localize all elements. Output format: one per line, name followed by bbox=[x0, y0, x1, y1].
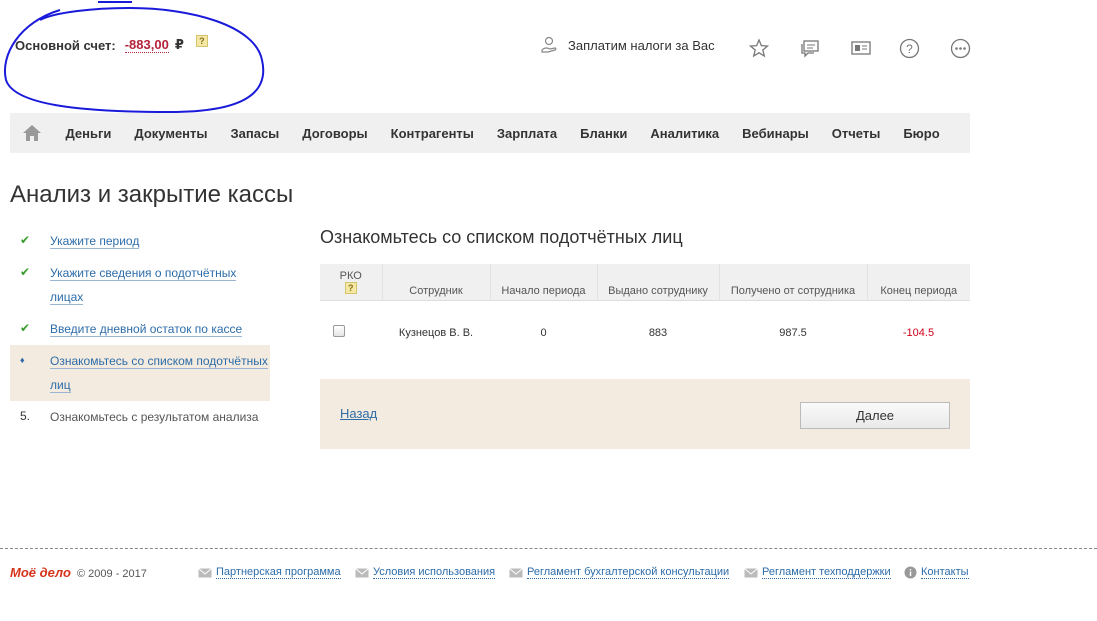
table-row: Кузнецов В. В. 0 883 987.5 -104.5 bbox=[320, 300, 970, 365]
currency-sign: ₽ bbox=[174, 37, 184, 52]
action-bar: Назад Далее bbox=[320, 379, 970, 449]
current-step-icon: ♦ bbox=[20, 355, 25, 365]
help-icon[interactable]: ? bbox=[344, 281, 357, 294]
hand-coin-icon bbox=[541, 36, 557, 53]
header-tools: Заплатим налоги за Вас bbox=[540, 36, 715, 54]
envelope-icon bbox=[509, 567, 523, 577]
step-daily-balance[interactable]: ✔ Введите дневной остаток по кассе bbox=[10, 313, 270, 345]
home-icon bbox=[23, 125, 41, 141]
home-button[interactable] bbox=[10, 124, 54, 142]
help-icon[interactable]: ? bbox=[195, 35, 208, 47]
step-persons-list[interactable]: ♦ Ознакомьтесь со списком подотчётных ли… bbox=[10, 345, 270, 401]
step-label[interactable]: Ознакомьтесь со списком подотчётных лиц bbox=[50, 354, 268, 393]
persons-table: РКО ? Сотрудник Начало периода Выдано со… bbox=[320, 264, 970, 365]
footer-link-contacts[interactable]: Контакты bbox=[904, 566, 969, 579]
account-label: Основной счет: bbox=[15, 37, 116, 53]
footer-divider bbox=[0, 548, 1097, 549]
logo[interactable]: Моё дело bbox=[10, 565, 71, 580]
nav-item-counterparties[interactable]: Контрагенты bbox=[379, 126, 485, 141]
step-label[interactable]: Укажите сведения о подотчётных лицах bbox=[50, 266, 237, 305]
footer-link-partner[interactable]: Партнерская программа bbox=[198, 566, 341, 579]
step-accountable-persons[interactable]: ✔ Укажите сведения о подотчётных лицах bbox=[10, 257, 270, 313]
column-header-start: Начало периода bbox=[490, 264, 598, 300]
footer-link-consulting-rules[interactable]: Регламент бухгалтерской консультации bbox=[509, 566, 730, 579]
step-label[interactable]: Укажите период bbox=[50, 234, 140, 249]
step-number: 5. bbox=[20, 409, 31, 423]
cell-issued: 883 bbox=[648, 326, 668, 339]
column-header-issued: Выдано сотруднику bbox=[597, 264, 720, 300]
check-icon: ✔ bbox=[20, 233, 31, 247]
cell-start: 0 bbox=[540, 326, 547, 339]
taxes-label: Заплатим налоги за Вас bbox=[568, 37, 715, 53]
back-link[interactable]: Назад bbox=[340, 406, 377, 421]
step-label: Ознакомьтесь с результатом анализа bbox=[50, 410, 259, 424]
column-header-rko: РКО ? bbox=[320, 264, 383, 300]
nav-item-contracts[interactable]: Договоры bbox=[291, 126, 379, 141]
account-amount[interactable]: -883,00 bbox=[124, 37, 169, 53]
nav-item-analytics[interactable]: Аналитика bbox=[639, 126, 731, 141]
cell-employee: Кузнецов В. В. bbox=[398, 326, 474, 339]
copyright: © 2009 - 2017 bbox=[77, 568, 147, 580]
nav-item-documents[interactable]: Документы bbox=[123, 126, 219, 141]
help-circle-icon[interactable]: ? bbox=[899, 38, 920, 59]
nav-item-forms[interactable]: Бланки bbox=[569, 126, 639, 141]
nav-item-reports[interactable]: Отчеты bbox=[820, 126, 892, 141]
nav-item-bureau[interactable]: Бюро bbox=[892, 126, 951, 141]
column-header-employee: Сотрудник bbox=[382, 264, 491, 300]
more-icon[interactable] bbox=[950, 38, 971, 59]
column-header-end: Конец периода bbox=[880, 284, 958, 297]
footer-link-support-rules[interactable]: Регламент техподдержки bbox=[744, 566, 891, 579]
footer-link-terms[interactable]: Условия использования bbox=[355, 566, 496, 579]
next-button[interactable]: Далее bbox=[800, 402, 950, 429]
cell-received: 987.5 bbox=[779, 326, 807, 339]
envelope-icon bbox=[355, 567, 369, 577]
main-nav: Деньги Документы Запасы Договоры Контраг… bbox=[10, 113, 970, 153]
envelope-icon bbox=[198, 567, 212, 577]
nav-item-webinars[interactable]: Вебинары bbox=[731, 126, 821, 141]
info-icon bbox=[904, 566, 917, 579]
check-icon: ✔ bbox=[20, 265, 31, 279]
envelope-icon bbox=[744, 567, 758, 577]
id-card-icon[interactable] bbox=[851, 38, 871, 58]
star-icon[interactable] bbox=[749, 38, 769, 58]
nav-item-salary[interactable]: Зарплата bbox=[485, 126, 568, 141]
svg-text:?: ? bbox=[906, 42, 913, 56]
column-header-received: Получено от сотрудника bbox=[719, 264, 868, 300]
step-period[interactable]: ✔ Укажите период bbox=[10, 225, 270, 257]
nav-item-money[interactable]: Деньги bbox=[54, 126, 123, 141]
check-icon: ✔ bbox=[20, 321, 31, 335]
account-balance: Основной счет: -883,00 ₽ ? bbox=[15, 35, 208, 53]
page-title: Анализ и закрытие кассы bbox=[10, 181, 294, 208]
cell-end: -104.5 bbox=[902, 326, 935, 339]
taxes-link[interactable]: Заплатим налоги за Вас bbox=[540, 36, 715, 54]
step-label[interactable]: Введите дневной остаток по кассе bbox=[50, 322, 243, 337]
step-results: 5. Ознакомьтесь с результатом анализа bbox=[10, 401, 270, 433]
chat-icon[interactable] bbox=[800, 38, 820, 58]
wizard-steps: ✔ Укажите период ✔ Укажите сведения о по… bbox=[10, 225, 270, 433]
section-title: Ознакомьтесь со списком подотчётных лиц bbox=[320, 227, 683, 247]
hand-drawn-circle bbox=[4, 1, 265, 114]
nav-item-stock[interactable]: Запасы bbox=[219, 126, 291, 141]
rko-checkbox[interactable] bbox=[333, 325, 345, 338]
